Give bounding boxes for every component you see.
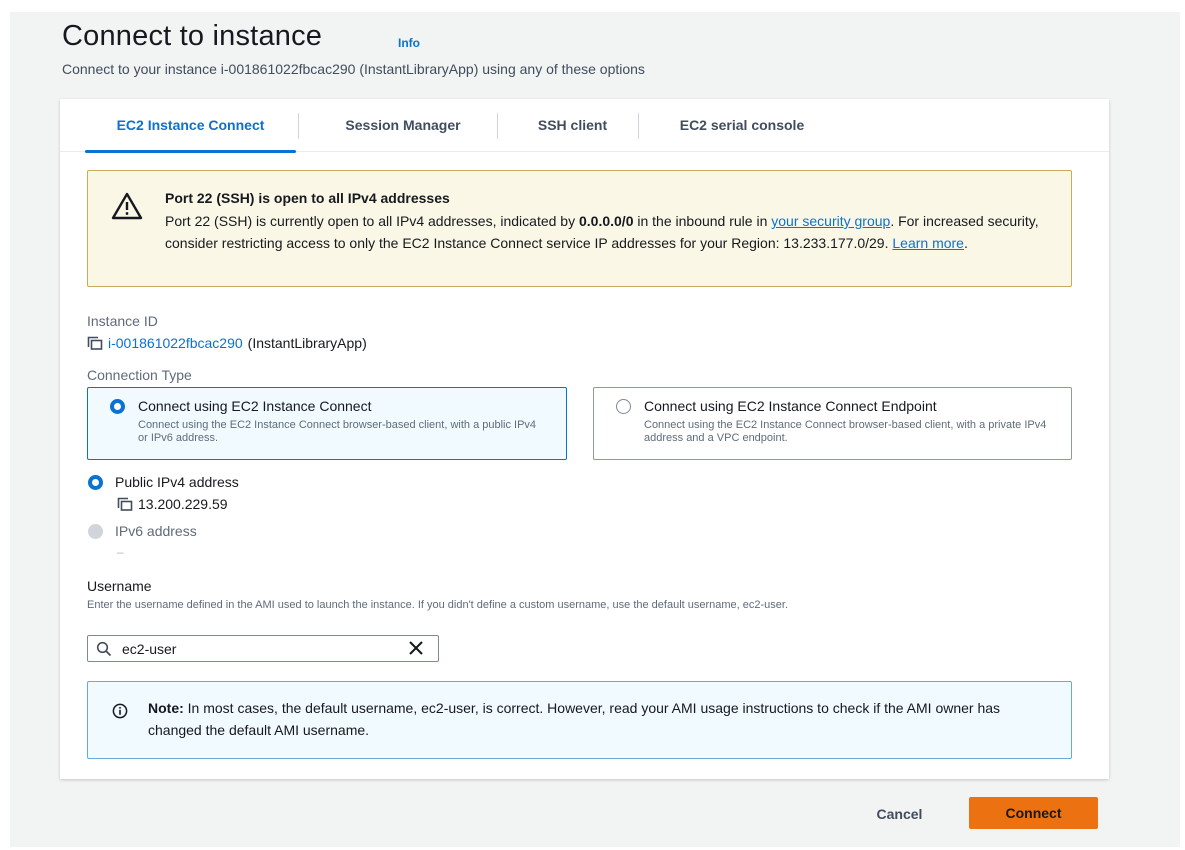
instance-name: (InstantLibraryApp) [247, 335, 367, 351]
connect-button[interactable]: Connect [969, 797, 1098, 829]
username-label: Username [87, 578, 152, 594]
public-ipv4-radio[interactable] [88, 475, 103, 490]
tab-ec2-instance-connect[interactable]: EC2 Instance Connect [85, 99, 296, 153]
username-input[interactable] [122, 639, 392, 659]
copy-icon[interactable] [117, 497, 133, 511]
public-ipv4-value: 13.200.229.59 [138, 496, 228, 512]
note-label: Note: [148, 700, 184, 716]
instance-id-link[interactable]: i-001861022fbcac290 [108, 335, 243, 351]
warning-text: Port 22 (SSH) is currently open to all I… [165, 213, 579, 229]
clear-icon[interactable] [408, 640, 424, 661]
connection-option-endpoint[interactable]: Connect using EC2 Instance Connect Endpo… [593, 387, 1072, 460]
ssh-warning-alert: Port 22 (SSH) is open to all IPv4 addres… [87, 170, 1072, 287]
tab-divider [638, 113, 639, 139]
tab-session-manager[interactable]: Session Manager [318, 99, 488, 152]
learn-more-link[interactable]: Learn more [892, 235, 964, 251]
note-body: In most cases, the default username, ec2… [148, 700, 1001, 738]
page-title: Connect to instance [62, 20, 323, 52]
cancel-button[interactable]: Cancel [856, 798, 943, 829]
username-note-alert: Note: In most cases, the default usernam… [87, 681, 1072, 759]
connection-option-instance-connect[interactable]: Connect using EC2 Instance Connect Conne… [87, 387, 567, 460]
option-title: Connect using EC2 Instance Connect [138, 398, 372, 414]
connect-panel: EC2 Instance Connect Session Manager SSH… [60, 99, 1109, 779]
warning-body: Port 22 (SSH) is currently open to all I… [165, 210, 1045, 254]
tab-ssh-client[interactable]: SSH client [515, 99, 630, 152]
tab-divider [298, 113, 299, 139]
instance-id-label: Instance ID [87, 313, 158, 329]
radio-button[interactable] [110, 399, 125, 414]
ipv6-radio [88, 524, 103, 539]
warning-title: Port 22 (SSH) is open to all IPv4 addres… [165, 190, 450, 206]
option-description: Connect using the EC2 Instance Connect b… [138, 419, 537, 444]
page-background: Connect to instance Info Connect to your… [10, 12, 1180, 847]
ipv6-label: IPv6 address [115, 523, 197, 539]
tab-bar: EC2 Instance Connect Session Manager SSH… [60, 99, 1109, 153]
security-group-link[interactable]: your security group [771, 213, 890, 229]
public-ipv4-row: 13.200.229.59 [117, 496, 228, 512]
instance-id-row: i-001861022fbcac290 (InstantLibraryApp) [87, 335, 367, 351]
page-subtitle: Connect to your instance i-001861022fbca… [62, 61, 645, 77]
warning-text: in the inbound rule in [633, 213, 772, 229]
option-description: Connect using the EC2 Instance Connect b… [644, 419, 1047, 444]
username-description: Enter the username defined in the AMI us… [87, 599, 789, 611]
option-title: Connect using EC2 Instance Connect Endpo… [644, 398, 937, 414]
public-ipv4-label: Public IPv4 address [115, 474, 239, 490]
copy-icon[interactable] [87, 336, 103, 350]
info-link[interactable]: Info [398, 36, 420, 50]
ipv6-value: – [117, 545, 124, 559]
warning-cidr: 0.0.0.0/0 [578, 213, 634, 229]
warning-text: . [963, 235, 968, 251]
note-text: Note: In most cases, the default usernam… [148, 697, 1048, 741]
tab-divider [497, 113, 498, 139]
warning-icon [110, 191, 144, 226]
info-circle-icon [112, 703, 128, 724]
username-field[interactable] [87, 635, 439, 662]
search-icon [96, 641, 112, 662]
connection-type-label: Connection Type [87, 367, 192, 383]
tab-ec2-serial-console[interactable]: EC2 serial console [657, 99, 827, 152]
radio-button[interactable] [616, 399, 631, 414]
